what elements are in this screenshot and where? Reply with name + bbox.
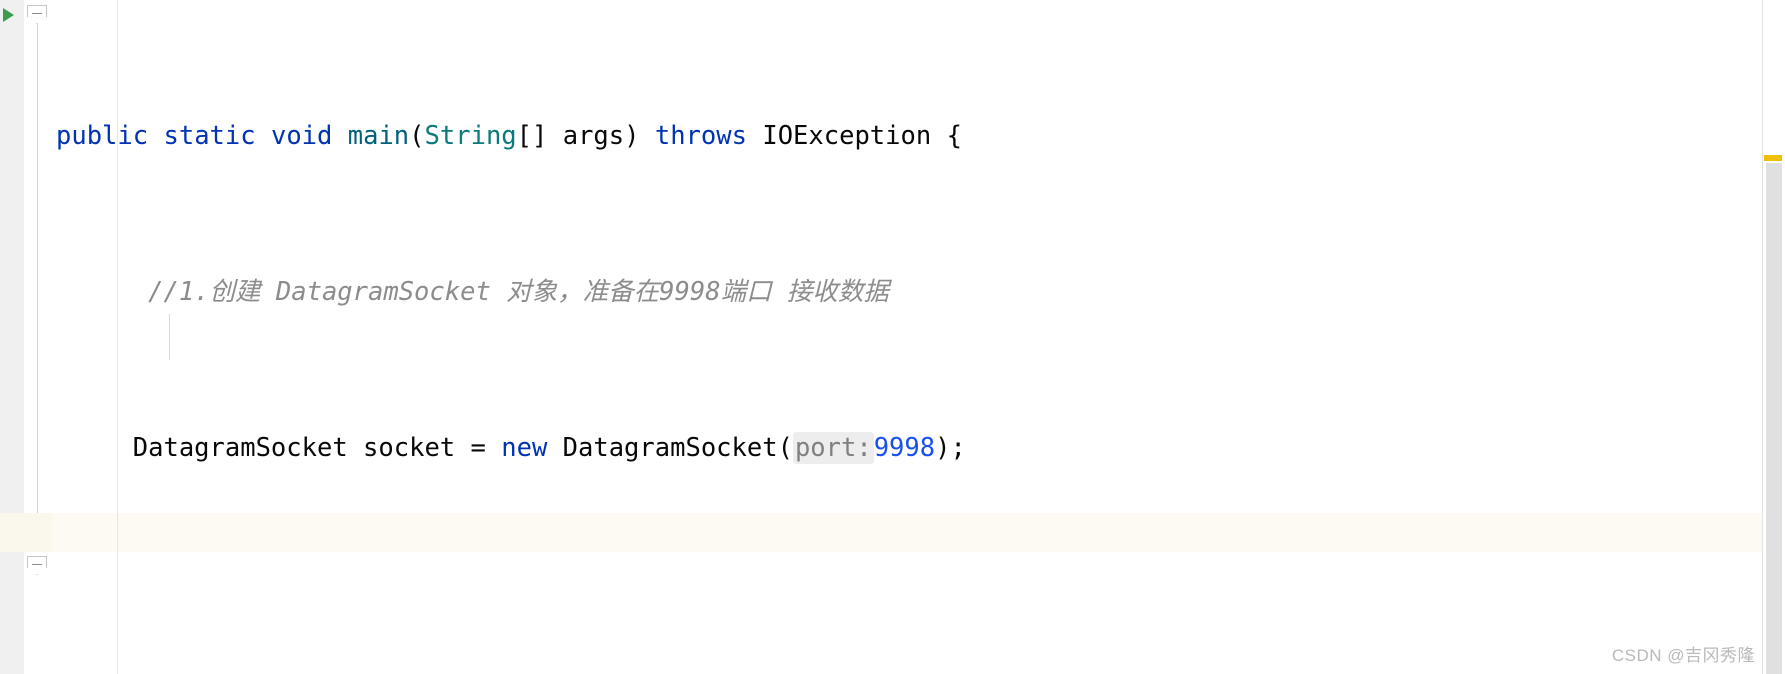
decl-datagramsocket: DatagramSocket socket = [132,433,502,463]
current-line-gutter-highlight [0,513,52,552]
fold-shape [27,5,47,24]
watermark: CSDN @吉冈秀隆 [1611,646,1755,665]
code-text-area[interactable]: public static void main(String[] args) t… [52,0,1785,674]
scrollbar-change-marker[interactable] [1764,155,1782,161]
type-ioexception: IOException [762,121,932,151]
comment-create-socket: //1.创建 DatagramSocket 对象，准备在9998端口 接收数据 [148,277,889,307]
fold-region-line [37,24,38,552]
code-line-4-blank[interactable] [52,585,1626,624]
code-line-3[interactable]: DatagramSocket socket = new DatagramSock… [52,429,1626,468]
source-code[interactable]: public static void main(String[] args) t… [52,0,1626,674]
fold-collapse-icon-bottom[interactable] [27,556,48,576]
paren-close: ) [624,121,655,151]
vertical-scrollbar[interactable] [1762,0,1785,674]
fold-shape [27,556,47,575]
keyword-void: void [270,121,333,151]
number-9998: 9998 [873,433,936,463]
paren-open: ( [409,121,425,151]
param-hint-port: port: [792,432,874,464]
param-args: args [562,121,625,151]
fold-minus-bar [32,13,42,14]
keyword-new: new [501,433,548,463]
fold-minus-bar [32,564,42,565]
fold-collapse-icon-top[interactable] [27,5,48,25]
code-line-2[interactable]: //1.创建 DatagramSocket 对象，准备在9998端口 接收数据 [52,273,1626,312]
type-string: String [424,121,517,151]
code-line-1[interactable]: public static void main(String[] args) t… [52,117,1626,156]
open-brace: { [931,121,962,151]
keyword-static: static [163,121,256,151]
keyword-throws: throws [654,121,747,151]
scrollbar-thumb[interactable] [1766,163,1782,674]
line-end: ); [935,433,966,463]
method-name-main: main [347,121,410,151]
constructor-datagramsocket: DatagramSocket( [547,433,793,463]
array-brackets: [] [516,121,563,151]
code-editor[interactable]: public static void main(String[] args) t… [0,0,1785,674]
keyword-public: public [56,121,149,151]
editor-gutter[interactable] [0,0,24,674]
run-arrow-icon[interactable] [3,8,14,22]
